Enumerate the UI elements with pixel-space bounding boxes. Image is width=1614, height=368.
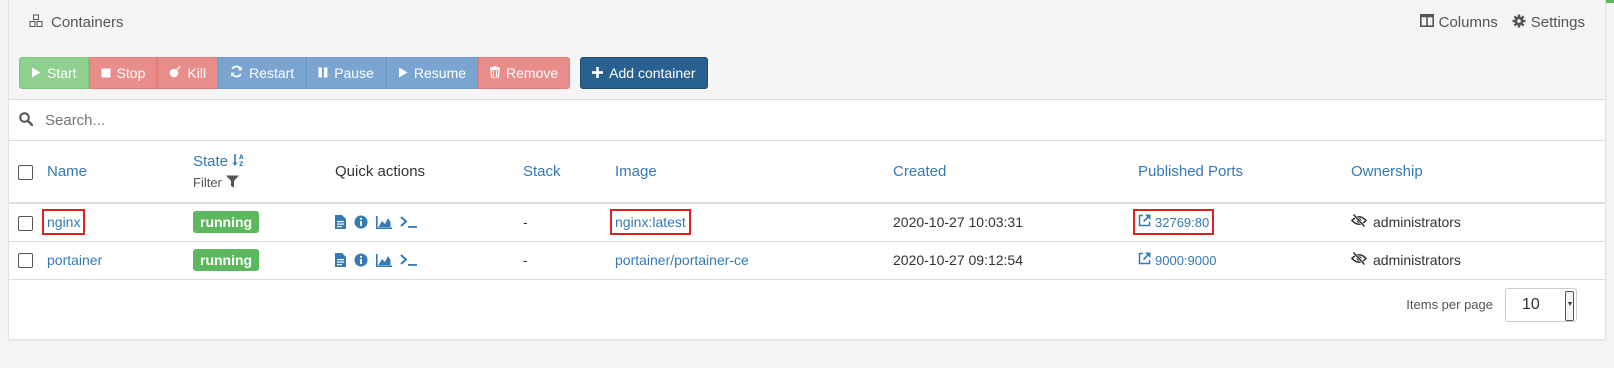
logs-icon[interactable] [335, 253, 346, 267]
column-name-header[interactable]: Name [47, 163, 87, 180]
container-name-link[interactable]: nginx [41, 209, 86, 236]
settings-button[interactable]: Settings [1512, 14, 1585, 32]
panel-header: Containers Columns Settings [9, 0, 1605, 46]
eye-slash-icon [1350, 213, 1368, 230]
play-icon [398, 65, 408, 81]
status-badge: running [193, 249, 260, 271]
column-quick-actions-header: Quick actions [335, 163, 426, 180]
container-name-link[interactable]: portainer [47, 252, 102, 268]
items-per-page-value: 10 [1522, 295, 1540, 313]
external-link-icon [1138, 252, 1151, 268]
sort-alpha-asc-icon: AZ [232, 153, 246, 171]
eye-slash-icon [1350, 251, 1368, 268]
pause-button[interactable]: Pause [306, 56, 386, 89]
chevron-down-icon [1568, 301, 1572, 306]
state-filter-label: Filter [193, 175, 222, 190]
column-stack-header[interactable]: Stack [523, 163, 561, 180]
kill-button[interactable]: Kill [157, 56, 219, 89]
external-link-icon [1138, 214, 1151, 230]
quick-actions [335, 215, 523, 230]
column-image-header[interactable]: Image [615, 163, 657, 180]
table-row: portainer running - portainer/portainer-… [9, 241, 1605, 280]
cubes-icon [29, 14, 43, 32]
column-state-header[interactable]: State [193, 153, 228, 170]
filter-icon [225, 175, 239, 191]
quick-actions [335, 253, 523, 267]
plus-icon [592, 65, 604, 81]
column-ports-header[interactable]: Published Ports [1138, 163, 1243, 180]
containers-table: Name State AZ Filter Quick actions Stack… [9, 141, 1605, 280]
row-checkbox[interactable] [18, 215, 33, 231]
ownership-cell: administrators [1350, 213, 1461, 231]
pause-label: Pause [334, 64, 374, 81]
table-footer: Items per page 10 [9, 280, 1605, 330]
container-actions-group: Start Stop Kill Restart Pause Resume Rem… [19, 56, 571, 89]
resume-button[interactable]: Resume [385, 56, 479, 89]
stats-icon[interactable] [376, 215, 392, 229]
add-container-button[interactable]: Add container [580, 56, 708, 89]
info-icon[interactable] [354, 253, 368, 267]
column-ownership-header[interactable]: Ownership [1351, 163, 1423, 180]
gear-icon [1512, 14, 1526, 32]
stop-button[interactable]: Stop [88, 56, 158, 89]
settings-label: Settings [1530, 14, 1585, 31]
table-row: nginx running - nginx:latest 2020-10-27 … [9, 203, 1605, 242]
items-per-page-label: Items per page [1406, 297, 1493, 312]
status-badge: running [193, 211, 260, 234]
table-header-row: Name State AZ Filter Quick actions Stack… [9, 141, 1605, 204]
refresh-icon [230, 65, 243, 81]
ownership-value: administrators [1373, 214, 1461, 231]
trash-icon [490, 65, 501, 81]
restart-button[interactable]: Restart [218, 56, 307, 89]
column-created-header[interactable]: Created [893, 163, 946, 180]
start-label: Start [47, 64, 77, 81]
start-button[interactable]: Start [19, 56, 89, 89]
panel-title: Containers [29, 14, 124, 32]
pause-icon [318, 65, 328, 81]
published-port-link[interactable]: 32769:80 [1132, 209, 1215, 236]
kill-label: Kill [187, 64, 207, 81]
stop-label: Stop [116, 64, 146, 81]
ownership-value: administrators [1373, 252, 1461, 268]
stack-value: - [523, 252, 528, 268]
columns-icon [1419, 14, 1434, 31]
columns-label: Columns [1438, 14, 1498, 31]
created-value: 2020-10-27 10:03:31 [893, 214, 1023, 231]
select-all-checkbox[interactable] [18, 164, 33, 180]
port-label: 9000:9000 [1155, 252, 1217, 268]
ownership-cell: administrators [1350, 251, 1461, 268]
add-container-label: Add container [609, 64, 696, 81]
containers-panel: Containers Columns Settings Start Stop K… [8, 0, 1606, 340]
logs-icon[interactable] [335, 215, 346, 230]
page-title: Containers [51, 14, 124, 31]
stats-icon[interactable] [376, 253, 392, 267]
info-icon[interactable] [354, 215, 368, 229]
items-per-page-select[interactable]: 10 [1505, 287, 1577, 322]
image-link[interactable]: portainer/portainer-ce [615, 252, 749, 268]
search-icon [19, 111, 34, 129]
search-input[interactable] [45, 111, 645, 129]
bomb-icon [169, 65, 181, 81]
actions-toolbar: Start Stop Kill Restart Pause Resume Rem… [9, 46, 1605, 100]
restart-label: Restart [249, 64, 295, 81]
stack-value: - [523, 214, 528, 231]
image-link[interactable]: nginx:latest [610, 209, 691, 236]
search-bar [9, 100, 1605, 141]
play-icon [31, 65, 41, 81]
resume-label: Resume [413, 64, 467, 81]
console-icon[interactable] [400, 216, 418, 229]
row-checkbox[interactable] [18, 253, 33, 269]
svg-text:A: A [239, 154, 244, 161]
stop-icon [101, 65, 111, 81]
created-value: 2020-10-27 09:12:54 [893, 252, 1023, 268]
svg-text:Z: Z [239, 161, 244, 167]
remove-button[interactable]: Remove [478, 56, 571, 89]
state-filter[interactable]: Filter [193, 175, 335, 191]
port-label: 32769:80 [1155, 214, 1210, 230]
columns-button[interactable]: Columns [1419, 14, 1498, 31]
remove-label: Remove [506, 64, 559, 81]
console-icon[interactable] [400, 254, 418, 266]
published-port-link[interactable]: 9000:9000 [1138, 252, 1216, 268]
